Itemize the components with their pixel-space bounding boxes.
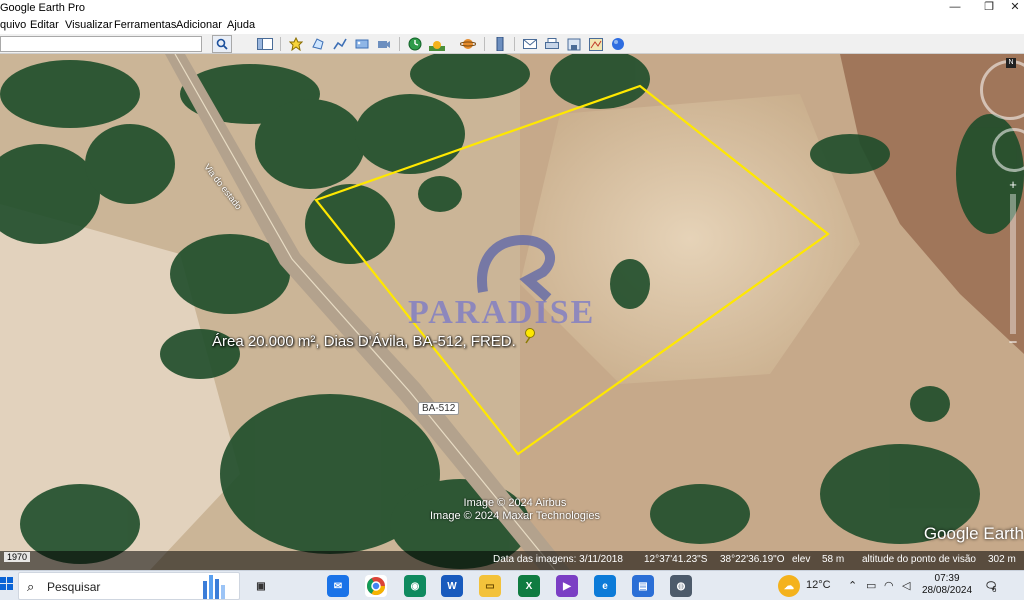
windows-logo-icon [0, 577, 13, 590]
placemark-icon[interactable] [286, 35, 306, 53]
menu-edit[interactable]: Editar [30, 19, 59, 31]
sunlight-icon[interactable] [427, 35, 447, 53]
search-icon[interactable] [212, 35, 232, 53]
minimize-button[interactable]: — [938, 0, 972, 17]
mail-icon[interactable]: ✉ [327, 575, 349, 597]
window-title: Google Earth Pro [0, 2, 85, 14]
historical-imagery-icon[interactable] [405, 35, 425, 53]
image-overlay-icon[interactable] [352, 35, 372, 53]
wifi-icon[interactable]: ◠ [884, 579, 894, 592]
search-icon: ⌕ [27, 579, 35, 594]
imagery-credits: Image © 2024 Airbus Image © 2024 Maxar T… [430, 497, 600, 522]
ruler-icon[interactable] [490, 35, 510, 53]
toolbar [0, 34, 1024, 54]
notifications-icon[interactable]: 🗨 [980, 575, 1002, 597]
elevation-value: 58 m [822, 554, 845, 565]
title-bar: Google Earth Pro — ❐ ✕ [0, 0, 1024, 17]
map-view[interactable]: Via do estado PARADISE Área 20.000 m², D… [0, 54, 1024, 570]
paradise-watermark: PARADISE [408, 232, 618, 342]
zoom-slider[interactable] [1010, 194, 1016, 334]
menu-file[interactable]: quivo [0, 19, 26, 31]
clipchamp-icon[interactable]: ▶ [556, 575, 578, 597]
placemark-label[interactable]: Área 20.000 m², Dias D'Ávila, BA-512, FR… [212, 333, 516, 350]
system-clock[interactable]: 07:39 28/08/2024 [922, 573, 972, 597]
file-explorer-icon[interactable]: ▭ [479, 575, 501, 597]
volume-icon[interactable]: ◁ [902, 579, 910, 592]
close-button[interactable]: ✕ [1006, 0, 1024, 17]
google-earth-icon[interactable]: ◍ [670, 575, 692, 597]
longitude-readout: 38°22'36.19"O [720, 554, 785, 565]
paradise-logo-icon [477, 234, 555, 302]
sidebar-icon[interactable] [255, 35, 275, 53]
windows-taskbar: ⌕ Pesquisar ▣ ✉ ◉ W ▭ X ▶ e ▤ ◍ ☁ 12°C ⌃… [0, 570, 1024, 600]
store-icon[interactable]: ▤ [632, 575, 654, 597]
battery-icon[interactable]: ▭ [866, 579, 876, 592]
earth-icon[interactable] [608, 35, 628, 53]
weather-icon[interactable]: ☁ [778, 575, 800, 597]
north-button[interactable]: N [1006, 58, 1016, 68]
record-tour-icon[interactable] [374, 35, 394, 53]
path-icon[interactable] [330, 35, 350, 53]
taskbar-search[interactable]: ⌕ Pesquisar [18, 572, 240, 600]
edge-icon[interactable]: e [594, 575, 616, 597]
eye-altitude-label: altitude do ponto de visão [862, 554, 976, 565]
search-highlight-icon [203, 575, 225, 599]
view-in-maps-icon[interactable] [586, 35, 606, 53]
latitude-readout: 12°37'41.23"S [644, 554, 708, 565]
task-view-icon[interactable]: ▣ [250, 575, 272, 597]
start-button[interactable] [0, 577, 14, 591]
menu-tools[interactable]: Ferramentas [114, 19, 176, 31]
google-earth-logo: Google Earth [923, 524, 1024, 543]
status-bar: Data das imagens: 3/11/2018 12°37'41.23"… [0, 551, 1024, 570]
menu-view[interactable]: Visualizar [65, 19, 113, 31]
print-icon[interactable] [542, 35, 562, 53]
temperature[interactable]: 12°C [806, 579, 831, 591]
zoom-in-button[interactable]: + [1006, 178, 1020, 192]
polygon-icon[interactable] [308, 35, 328, 53]
zoom-out-button[interactable]: − [1006, 335, 1020, 350]
maps-icon[interactable]: ◉ [404, 575, 426, 597]
save-image-icon[interactable] [564, 35, 584, 53]
word-icon[interactable]: W [441, 575, 463, 597]
menu-help[interactable]: Ajuda [227, 19, 255, 31]
menu-add[interactable]: Adicionar [176, 19, 222, 31]
tray-expand-icon[interactable]: ⌃ [848, 579, 857, 592]
road-shield-label: BA-512 [418, 402, 460, 415]
notification-count: 6 [992, 585, 997, 594]
imagery-date: Data das imagens: 3/11/2018 [493, 554, 623, 565]
chrome-icon[interactable] [365, 575, 387, 597]
planets-icon[interactable] [458, 35, 478, 53]
restore-button[interactable]: ❐ [972, 0, 1006, 17]
search-input[interactable] [0, 36, 202, 52]
timeline-year[interactable]: 1970 [4, 552, 31, 562]
excel-icon[interactable]: X [518, 575, 540, 597]
email-icon[interactable] [520, 35, 540, 53]
eye-altitude-value: 302 m [988, 554, 1016, 565]
menu-bar: quivo Editar Visualizar Ferramentas Adic… [0, 17, 1024, 34]
elevation-label: elev [792, 554, 811, 565]
